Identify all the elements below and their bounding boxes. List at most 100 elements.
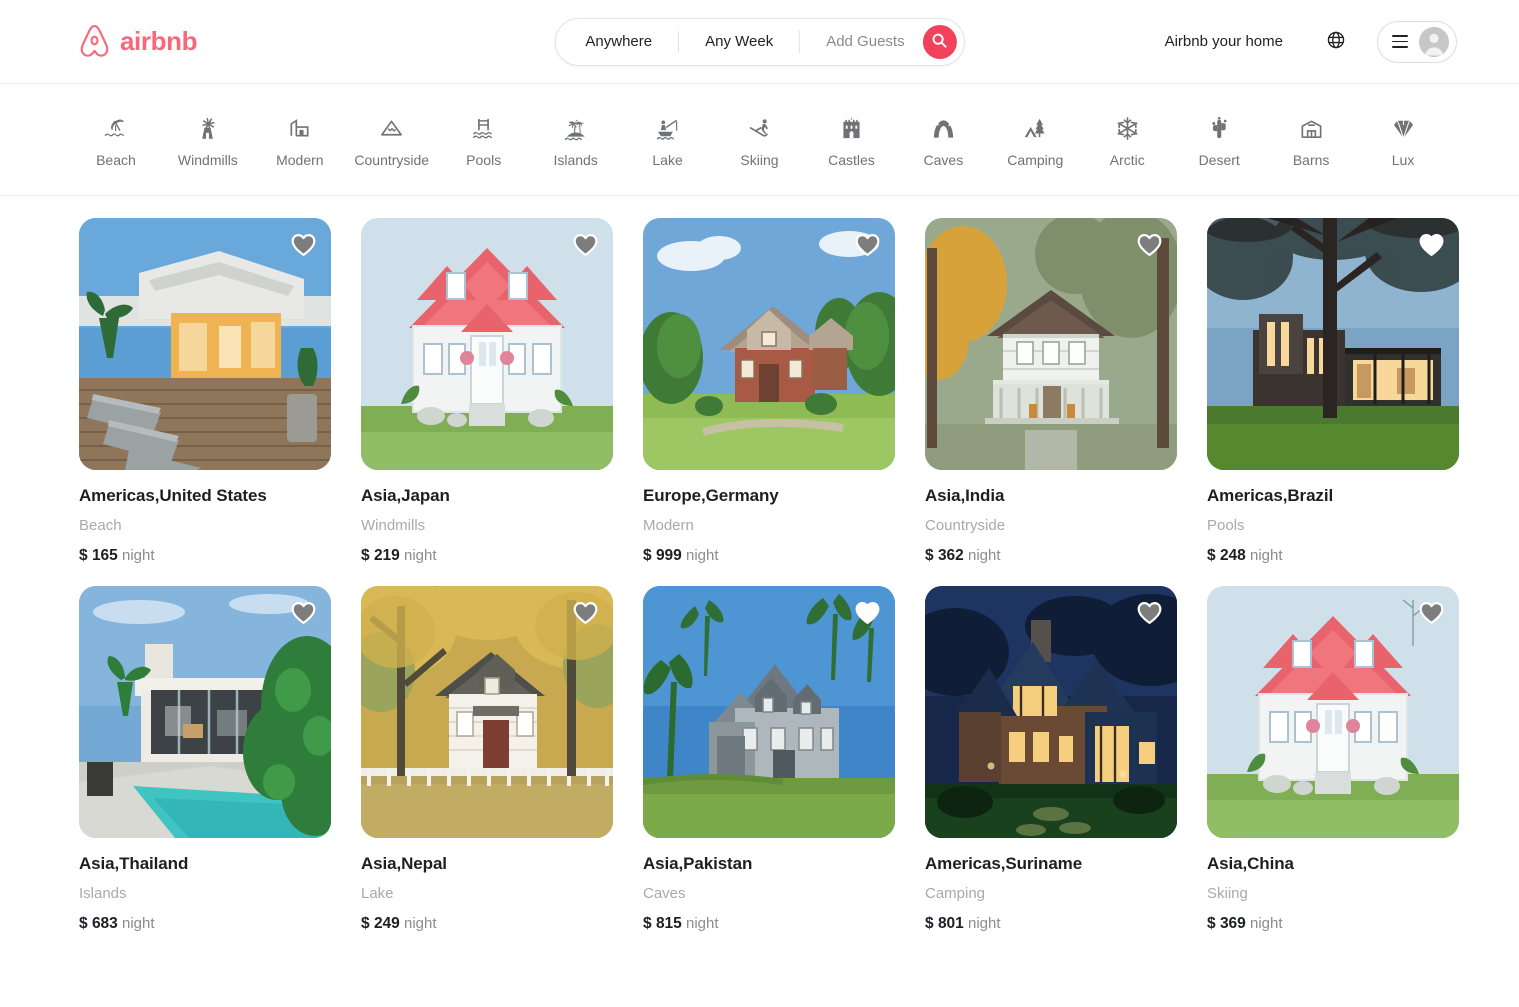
category-camping[interactable]: Camping xyxy=(989,103,1081,176)
listing-category: Caves xyxy=(643,885,686,902)
category-windmills[interactable]: Windmills xyxy=(162,103,254,176)
listing-image[interactable] xyxy=(925,586,1177,838)
category-label: Beach xyxy=(96,152,136,168)
heart-icon[interactable] xyxy=(291,601,316,624)
listing-image[interactable] xyxy=(79,218,331,470)
listing-category: Islands xyxy=(79,885,127,902)
category-label: Lake xyxy=(652,152,683,168)
heart-icon[interactable] xyxy=(855,601,880,624)
category-label: Countryside xyxy=(354,152,430,168)
category-barns[interactable]: Barns xyxy=(1265,103,1357,176)
price-currency: $ xyxy=(361,915,370,932)
listing-category: Lake xyxy=(361,885,394,902)
category-lake[interactable]: Lake xyxy=(622,103,714,176)
pool-ladder-icon xyxy=(471,115,496,141)
search-when-button[interactable]: Any Week xyxy=(679,18,799,66)
category-caves[interactable]: Caves xyxy=(897,103,989,176)
heart-icon[interactable] xyxy=(855,233,880,256)
listing-card[interactable]: Americas,Suriname Camping $ 801 night xyxy=(925,586,1177,933)
category-label: Skiing xyxy=(740,152,779,168)
price-unit: night xyxy=(967,915,1001,932)
category-castles[interactable]: Castles xyxy=(805,103,897,176)
listing-card[interactable]: Asia,Japan Windmills $ 219 night xyxy=(361,218,613,565)
airbnb-belo-icon xyxy=(78,24,111,59)
listing-price: $ 362 night xyxy=(925,547,1177,565)
price-currency: $ xyxy=(1207,915,1216,932)
listing-category: Countryside xyxy=(925,517,1006,534)
listing-price: $ 999 night xyxy=(643,547,895,565)
price-unit: night xyxy=(685,547,719,564)
listing-card[interactable]: Asia,India Countryside $ 362 night xyxy=(925,218,1177,565)
category-desert[interactable]: Desert xyxy=(1173,103,1265,176)
listing-image[interactable] xyxy=(79,586,331,838)
fishing-boat-icon xyxy=(655,115,680,141)
heart-icon[interactable] xyxy=(1419,233,1444,256)
listing-price: $ 249 night xyxy=(361,915,613,933)
category-pools[interactable]: Pools xyxy=(438,103,530,176)
listing-title: Americas,Brazil xyxy=(1207,486,1334,505)
listing-image[interactable] xyxy=(1207,586,1459,838)
heart-icon[interactable] xyxy=(1137,233,1162,256)
listing-card[interactable]: Americas,United States Beach $ 165 night xyxy=(79,218,331,565)
airbnb-logo[interactable]: airbnb xyxy=(78,24,197,59)
search-guests-button[interactable]: Add Guests xyxy=(800,18,922,66)
airbnb-your-home-link[interactable]: Airbnb your home xyxy=(1153,23,1295,60)
listing-price: $ 801 night xyxy=(925,915,1177,933)
listing-image[interactable] xyxy=(361,218,613,470)
brand-wordmark: airbnb xyxy=(120,26,198,56)
category-skiing[interactable]: Skiing xyxy=(714,103,806,176)
cave-icon xyxy=(931,115,956,141)
listing-card[interactable]: Asia,Pakistan Caves $ 815 night xyxy=(643,586,895,933)
user-menu-button[interactable] xyxy=(1377,20,1457,63)
category-beach[interactable]: Beach xyxy=(70,103,162,176)
listing-category: Skiing xyxy=(1207,885,1248,902)
category-modern[interactable]: Modern xyxy=(254,103,346,176)
price-amount: 683 xyxy=(91,915,118,932)
price-unit: night xyxy=(1249,915,1283,932)
modern-building-icon xyxy=(287,115,312,141)
listing-price: $ 683 night xyxy=(79,915,331,933)
language-globe-button[interactable] xyxy=(1317,23,1355,61)
barn-icon xyxy=(1299,115,1324,141)
search-where-button[interactable]: Anywhere xyxy=(555,18,678,66)
listing-category: Modern xyxy=(643,517,694,534)
listing-card[interactable]: Asia,China Skiing $ 369 night xyxy=(1207,586,1459,933)
listing-image[interactable] xyxy=(643,586,895,838)
heart-icon[interactable] xyxy=(1137,601,1162,624)
listing-card[interactable]: Asia,Nepal Lake $ 249 night xyxy=(361,586,613,933)
price-currency: $ xyxy=(79,547,88,564)
category-countryside[interactable]: Countryside xyxy=(346,103,438,176)
category-arctic[interactable]: Arctic xyxy=(1081,103,1173,176)
listing-image[interactable] xyxy=(925,218,1177,470)
snowflake-icon xyxy=(1115,115,1140,141)
listing-image[interactable] xyxy=(1207,218,1459,470)
heart-icon[interactable] xyxy=(1419,601,1444,624)
heart-icon[interactable] xyxy=(573,601,598,624)
search-bar[interactable]: Anywhere Any Week Add Guests xyxy=(554,17,965,66)
listing-category: Pools xyxy=(1207,517,1245,534)
listing-category: Beach xyxy=(79,517,122,534)
listing-title: Asia,India xyxy=(925,486,1005,505)
listing-category: Camping xyxy=(925,885,986,902)
listing-card[interactable]: Asia,Thailand Islands $ 683 night xyxy=(79,586,331,933)
listing-image[interactable] xyxy=(643,218,895,470)
heart-icon[interactable] xyxy=(573,233,598,256)
category-label: Arctic xyxy=(1109,152,1145,168)
search-icon xyxy=(932,33,947,51)
price-unit: night xyxy=(1249,547,1283,564)
category-lux[interactable]: Lux xyxy=(1357,103,1449,176)
beach-umbrella-icon xyxy=(103,115,128,141)
skier-icon xyxy=(747,115,772,141)
category-label: Modern xyxy=(276,152,324,168)
category-islands[interactable]: Islands xyxy=(530,103,622,176)
search-submit-button[interactable] xyxy=(922,24,957,59)
price-currency: $ xyxy=(643,915,652,932)
listing-title: Asia,Japan xyxy=(361,486,450,505)
price-amount: 369 xyxy=(1219,915,1246,932)
category-label: Barns xyxy=(1292,152,1330,168)
heart-icon[interactable] xyxy=(291,233,316,256)
listing-card[interactable]: Americas,Brazil Pools $ 248 night xyxy=(1207,218,1459,565)
listing-title: Americas,Suriname xyxy=(925,854,1083,873)
listing-card[interactable]: Europe,Germany Modern $ 999 night xyxy=(643,218,895,565)
listing-image[interactable] xyxy=(361,586,613,838)
